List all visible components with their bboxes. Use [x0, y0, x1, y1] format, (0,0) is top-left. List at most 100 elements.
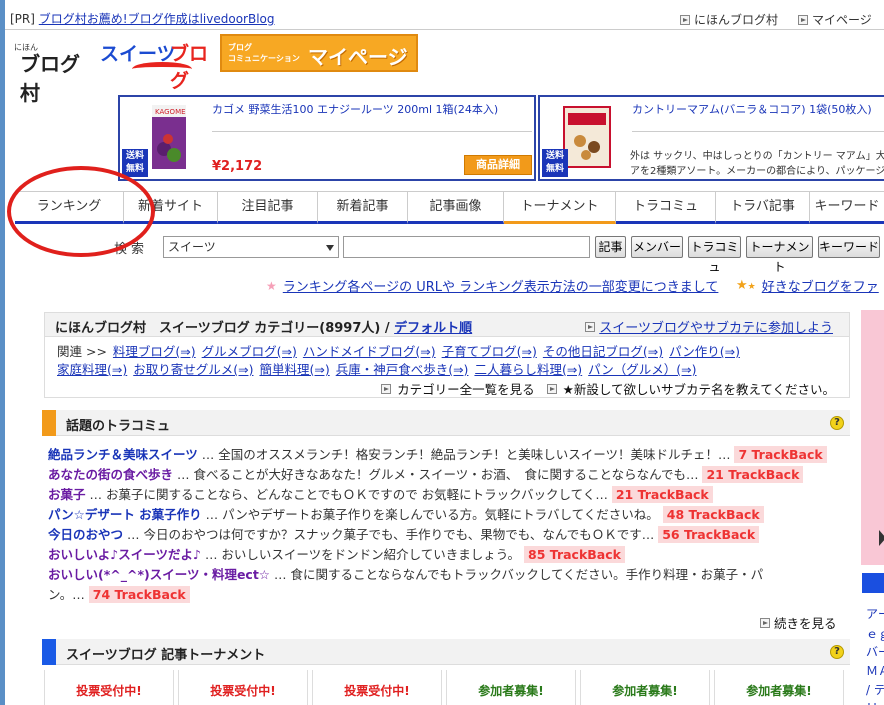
trackcommu-item: 今日のおやつ … 今日のおやつは何ですか？スナック菓子でも、手作りでも、果物でも…	[48, 525, 760, 545]
search-tournament-button[interactable]: トーナメント	[746, 236, 813, 274]
category-title-text: にほんブログ村 スイーツブログ カテゴリー(8997人) /	[55, 321, 395, 336]
notice-url-change[interactable]: ★ ランキング各ページの URLや ランキング表示方法の一部変更につきまして	[266, 276, 719, 296]
tournament-header: スイーツブログ 記事トーナメント ?	[42, 639, 850, 665]
notice-link[interactable]: 好きなブログをファ	[762, 276, 879, 295]
top-link-mypage[interactable]: マイページ	[798, 11, 872, 28]
ad-banner-countrymaam[interactable]: 送料 無料 カントリーマアム(バニラ＆ココア) 1袋(50枚入) 外は サックリ…	[538, 95, 884, 181]
default-order-link[interactable]: デフォルト順	[394, 321, 472, 336]
trackcommu-name-link[interactable]: おいしい(*^_^*)スイーツ・料理ect☆	[48, 567, 270, 582]
trackback-count[interactable]: 85 TrackBack	[524, 546, 625, 563]
trackcommu-item: おいしいよ♪スイーツだよ♪ … おいしいスイーツをドンドン紹介していきましょう。…	[48, 545, 625, 565]
tournament-cell[interactable]: 投票受付中!	[178, 670, 308, 705]
side-link[interactable]: / テ	[866, 681, 884, 698]
ad-title[interactable]: カゴメ 野菜生活100 エナジールーツ 200ml 1箱(24本入)	[212, 101, 498, 117]
ad-title[interactable]: カントリーマアム(バニラ＆ココア) 1袋(50枚入)	[632, 101, 872, 117]
tab-new-articles[interactable]: 新着記事	[318, 192, 408, 224]
trackcommu-header: 話題のトラコミュ ?	[42, 410, 850, 436]
search-category-select[interactable]: スイーツ	[163, 236, 339, 258]
side-link[interactable]: ＭＡ	[866, 662, 884, 679]
product-detail-button[interactable]: 商品詳細	[464, 155, 532, 175]
trackcommu-name-link[interactable]: あなたの街の食べ歩き	[48, 467, 173, 482]
related-category-link[interactable]: パン（グルメ）(⇒)	[588, 359, 696, 378]
related-categories-row: 家庭料理(⇒) お取り寄せグルメ(⇒) 簡単料理(⇒) 兵庫・神戸食べ歩き(⇒)…	[57, 359, 697, 378]
trackback-count[interactable]: 48 TrackBack	[662, 506, 764, 523]
arrow-icon	[798, 14, 808, 25]
category-title: にほんブログ村 スイーツブログ カテゴリー(8997人) / デフォルト順	[55, 317, 472, 336]
related-category-link[interactable]: お取り寄せグルメ(⇒)	[133, 359, 253, 378]
related-category-link[interactable]: 簡単料理(⇒)	[259, 359, 329, 378]
side-link[interactable]: バー	[866, 643, 884, 660]
notice-link[interactable]: ランキング各ページの URLや ランキング表示方法の一部変更につきまして	[283, 276, 719, 295]
notice-favorite[interactable]: ★★ 好きなブログをファ	[736, 276, 879, 295]
annotation-circle	[7, 166, 155, 257]
trackcommu-name-link[interactable]: 今日のおやつ	[48, 527, 123, 542]
tab-trackcommu[interactable]: トラコミュ	[616, 192, 716, 224]
related-category-link[interactable]: グルメブログ(⇒)	[202, 341, 297, 360]
trackback-count[interactable]: 21 TrackBack	[611, 486, 713, 503]
pr-link[interactable]: ブログ村お薦め!ブログ作成はlivedoorBlog	[39, 12, 275, 26]
category-header: にほんブログ村 スイーツブログ カテゴリー(8997人) / デフォルト順 スイ…	[45, 313, 849, 337]
top-link-label: マイページ	[812, 13, 872, 27]
pr-prefix: [PR]	[10, 12, 35, 26]
related-category-link[interactable]: その他日記ブログ(⇒)	[543, 341, 663, 360]
product-image: 送料 無料	[542, 99, 622, 177]
related-category-link[interactable]: パン作り(⇒)	[669, 341, 740, 360]
tab-trackback-articles[interactable]: トラバ記事	[716, 192, 810, 224]
sweets-blog-logo[interactable]: スイーツ ブログ	[100, 38, 212, 92]
side-link[interactable]: ｅｇ	[866, 625, 884, 642]
related-category-link[interactable]: 二人暮らし料理(⇒)	[474, 359, 582, 378]
tab-featured-articles[interactable]: 注目記事	[218, 192, 318, 224]
related-category-link[interactable]: 兵庫・神戸食べ歩き(⇒)	[336, 359, 469, 378]
side-link[interactable]: アー	[866, 605, 884, 622]
related-label: 関連 >>	[57, 344, 107, 359]
side-link[interactable]: Ｈｏ	[866, 699, 884, 705]
tab-article-images[interactable]: 記事画像	[408, 192, 504, 224]
ad-banner-kagome[interactable]: KAGOME 送料 無料 カゴメ 野菜生活100 エナジールーツ 200ml 1…	[118, 95, 536, 181]
suggest-subcategory-link[interactable]: ★新設して欲しいサブカテ名を教えてください。	[563, 379, 835, 398]
side-banner[interactable]	[861, 310, 884, 565]
arrow-icon	[760, 617, 770, 628]
trackcommu-desc: … おいしいスイーツをドンドン紹介していきましょう。	[200, 547, 521, 562]
trackcommu-item-continued: ン。… 74 TrackBack	[48, 585, 190, 605]
tab-keywords[interactable]: キーワード	[810, 192, 884, 224]
product-image: KAGOME 送料 無料	[122, 99, 202, 177]
trackcommu-name-link[interactable]: おいしいよ♪スイーツだよ♪	[48, 547, 201, 562]
trackback-count[interactable]: 56 TrackBack	[658, 526, 760, 543]
related-category-link[interactable]: 家庭料理(⇒)	[57, 359, 127, 378]
search-trackcommu-button[interactable]: トラコミュ	[688, 236, 741, 274]
trackcommu-name-link[interactable]: お菓子	[48, 487, 86, 502]
search-articles-button[interactable]: 記事	[595, 236, 626, 258]
trackcommu-name-link[interactable]: 絶品ランチ＆美味スイーツ	[48, 447, 198, 462]
tournament-cell[interactable]: 参加者募集!	[446, 670, 576, 705]
help-icon[interactable]: ?	[830, 416, 844, 430]
trackback-count[interactable]: 21 TrackBack	[702, 466, 804, 483]
mypage-banner[interactable]: ブログ コミュニケーション マイページ	[220, 34, 418, 72]
search-keywords-button[interactable]: キーワード	[818, 236, 880, 258]
trackcommu-name-link[interactable]: パン☆デザート お菓子作り	[48, 507, 202, 522]
arrow-icon	[680, 14, 690, 25]
related-category-link[interactable]: 子育てブログ(⇒)	[442, 341, 537, 360]
trackback-count[interactable]: 7 TrackBack	[734, 446, 827, 463]
trackcommu-desc: … 食べることが大好きなあなた！グルメ・スイーツ・お酒、 食に関することならなん…	[173, 467, 699, 482]
tournament-cell[interactable]: 参加者募集!	[714, 670, 844, 705]
stars-icon: ★★	[736, 278, 756, 293]
tournament-cell[interactable]: 投票受付中!	[312, 670, 442, 705]
tournament-cell[interactable]: 参加者募集!	[580, 670, 710, 705]
pr-line: [PR] ブログ村お薦め!ブログ作成はlivedoorBlog	[10, 10, 275, 27]
arrow-icon	[585, 321, 596, 332]
tab-tournament[interactable]: トーナメント	[504, 192, 616, 224]
nihonblogmura-logo[interactable]: にほん ブログ村	[14, 40, 86, 105]
top-link-nihonblogmura[interactable]: にほんブログ村	[680, 11, 778, 28]
all-categories-link[interactable]: カテゴリー全一覧を見る	[397, 379, 535, 398]
ad-description-line: アを2種類アソート。メーカーの都合により、パッケージ	[630, 166, 884, 177]
tournament-cell[interactable]: 投票受付中!	[44, 670, 174, 705]
related-category-link[interactable]: 料理ブログ(⇒)	[113, 341, 196, 360]
help-icon[interactable]: ?	[830, 645, 844, 659]
search-members-button[interactable]: メンバー	[631, 236, 683, 258]
related-category-link[interactable]: ハンドメイドブログ(⇒)	[303, 341, 436, 360]
search-input[interactable]	[343, 236, 590, 258]
trackcommu-desc: … お菓子に関することなら、どんなことでもＯＫですので お気軽にトラックバックし…	[85, 487, 608, 502]
trackback-count[interactable]: 74 TrackBack	[88, 586, 190, 603]
see-more-link[interactable]: 続きを見る	[760, 613, 837, 632]
join-category-link[interactable]: スイーツブログやサブカテに参加しよう	[585, 317, 833, 336]
